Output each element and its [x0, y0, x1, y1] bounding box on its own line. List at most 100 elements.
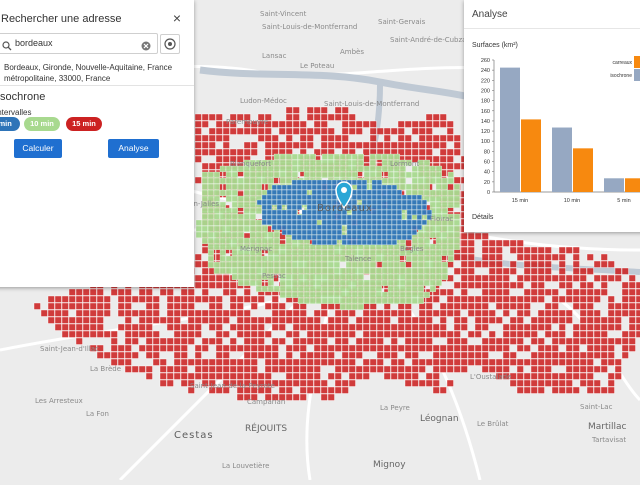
isochrone-cell: [306, 106, 314, 114]
isochrone-cell: [339, 279, 346, 286]
isochrone-cell: [208, 358, 216, 366]
isochrone-cell: [276, 189, 282, 195]
isochrone-cell: [363, 285, 370, 292]
isochrone-cell: [267, 237, 274, 244]
isochrone-cell: [355, 120, 363, 128]
bar-isochrone-0[interactable]: [500, 67, 520, 192]
isochrone-cell: [276, 214, 282, 220]
place-label: Lormont: [390, 160, 420, 168]
isochrone-cell: [296, 229, 302, 235]
isochrone-cell: [257, 337, 265, 345]
isochrone-cell: [579, 337, 587, 345]
isochrone-cell: [593, 344, 601, 352]
isochrone-cell: [439, 330, 447, 338]
analyse-button[interactable]: Analyse: [108, 139, 159, 158]
isochrone-cell: [306, 194, 312, 200]
isochrone-cell: [481, 295, 489, 303]
isochrone-cell: [236, 393, 244, 401]
isochrone-cell: [222, 330, 230, 338]
isochrone-cell: [291, 291, 298, 298]
isochrone-cell: [375, 267, 382, 274]
isochrone-cell: [301, 209, 307, 215]
place-label: Le Brûlat: [477, 420, 509, 428]
isochrone-cell: [306, 351, 314, 359]
isochrone-cell: [321, 279, 328, 286]
locate-button[interactable]: [160, 34, 180, 54]
isochrone-cell: [54, 316, 62, 324]
isochrone-cell: [173, 309, 181, 317]
isochrone-cell: [339, 153, 346, 160]
isochrone-cell: [425, 344, 433, 352]
bar-carreaux-0[interactable]: [521, 119, 541, 192]
search-result-item[interactable]: Bordeaux, Gironde, Nouvelle-Aquitaine, F…: [4, 62, 184, 84]
isochrone-cell: [306, 229, 312, 235]
isochrone-cell: [614, 372, 622, 380]
calculate-button[interactable]: Calculer: [14, 139, 62, 158]
isochrone-cell: [117, 323, 125, 331]
isochrone-cell: [75, 288, 83, 296]
isochrone-cell: [429, 261, 436, 268]
place-label: Floirac: [430, 215, 454, 223]
place-label: Saint-Gervais: [378, 18, 426, 26]
isochrone-cell: [327, 393, 335, 401]
interval-chip-15-min[interactable]: 15 min: [66, 117, 102, 131]
isochrone-cell: [467, 295, 475, 303]
isochrone-cell: [201, 148, 209, 156]
interval-chip-10-min[interactable]: 10 min: [24, 117, 60, 131]
isochrone-cell: [416, 224, 422, 230]
isochrone-cell: [467, 330, 475, 338]
isochrone-cell: [439, 302, 447, 310]
isochrone-cell: [219, 165, 226, 172]
isochrone-cell: [236, 309, 244, 317]
isochrone-cell: [628, 344, 636, 352]
isochrone-cell: [558, 281, 566, 289]
isochrone-cell: [173, 358, 181, 366]
details-link[interactable]: Détails: [472, 214, 493, 221]
isochrone-cell: [327, 134, 335, 142]
isochrone-cell: [495, 239, 503, 247]
isochrone-cell: [635, 316, 640, 324]
isochrone-cell: [488, 295, 496, 303]
isochrone-cell: [219, 255, 226, 262]
isochrone-cell: [418, 323, 426, 331]
isochrone-cell: [371, 229, 377, 235]
isochrone-cell: [423, 255, 430, 262]
isochrone-cell: [593, 323, 601, 331]
isochrone-cell: [474, 302, 482, 310]
isochrone-cell: [397, 141, 405, 149]
bar-isochrone-2[interactable]: [604, 178, 624, 192]
isochrone-cell: [255, 237, 262, 244]
isochrone-cell: [586, 386, 594, 394]
isochrone-cell: [371, 234, 377, 240]
close-button[interactable]: ×: [170, 11, 184, 25]
isochrone-cell: [361, 219, 367, 225]
clear-search-icon[interactable]: [141, 38, 151, 56]
isochrone-cell: [250, 365, 258, 373]
isochrone-cell: [231, 189, 238, 196]
isochrone-cell: [236, 365, 244, 373]
isochrone-cell: [194, 120, 202, 128]
isochrone-cell: [586, 365, 594, 373]
isochrone-cell: [446, 155, 454, 163]
bar-isochrone-1[interactable]: [552, 127, 572, 192]
isochrone-cell: [467, 344, 475, 352]
isochrone-cell: [572, 288, 580, 296]
isochrone-cell: [447, 243, 454, 250]
isochrone-cell: [481, 351, 489, 359]
bar-carreaux-2[interactable]: [625, 178, 640, 192]
isochrone-cell: [261, 204, 267, 210]
bar-carreaux-1[interactable]: [573, 148, 593, 192]
isochrone-cell: [276, 219, 282, 225]
isochrone-cell: [405, 279, 412, 286]
isochrone-cell: [279, 243, 286, 250]
isochrone-cell: [393, 249, 400, 256]
isochrone-cell: [187, 295, 195, 303]
isochrone-cell: [530, 372, 538, 380]
isochrone-cell: [460, 365, 468, 373]
isochrone-cell: [607, 372, 615, 380]
isochrone-cell: [313, 323, 321, 331]
search-input[interactable]: [15, 36, 135, 50]
isochrone-cell: [292, 309, 300, 317]
interval-chip-5-min[interactable]: 5 min: [0, 117, 20, 131]
isochrone-cell: [131, 309, 139, 317]
